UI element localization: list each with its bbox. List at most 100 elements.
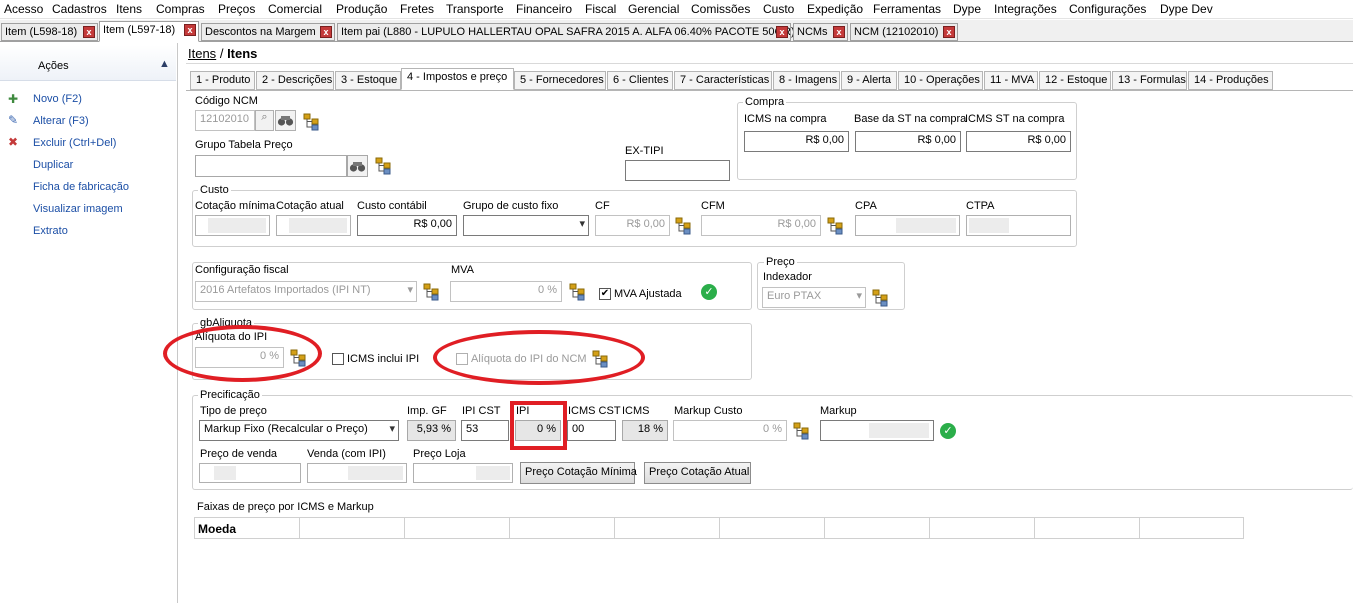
grid-header-cell[interactable] — [405, 518, 510, 538]
base-st-input[interactable]: R$ 0,00 — [855, 131, 961, 152]
search-icon[interactable]: ⌕ — [255, 110, 274, 131]
close-icon[interactable]: x — [184, 24, 196, 36]
grid-header-cell[interactable] — [825, 518, 930, 538]
close-icon[interactable]: x — [83, 26, 95, 38]
grid-header-cell[interactable] — [615, 518, 720, 538]
menu-item-producao[interactable]: Produção — [336, 2, 387, 16]
menu-item-gerencial[interactable]: Gerencial — [628, 2, 679, 16]
menu-item-configuracoes[interactable]: Configurações — [1069, 2, 1146, 16]
grupo-tabela-input[interactable] — [195, 155, 347, 177]
menu-item-financeiro[interactable]: Financeiro — [516, 2, 572, 16]
cf-input[interactable]: R$ 0,00 — [595, 215, 670, 236]
markup-custo-input[interactable]: 0 % — [673, 420, 787, 441]
menu-item-fiscal[interactable]: Fiscal — [585, 2, 616, 16]
menu-item-comercial[interactable]: Comercial — [268, 2, 322, 16]
close-icon[interactable]: x — [943, 26, 955, 38]
action-extrato[interactable]: Extrato — [33, 225, 68, 237]
breadcrumb-link[interactable]: Itens — [188, 46, 216, 61]
mva-input[interactable]: 0 % — [450, 281, 562, 302]
action-alterar[interactable]: Alterar (F3) — [33, 115, 89, 127]
tab-descricoes[interactable]: 2 - Descrições — [256, 71, 334, 90]
tree-lookup-icon[interactable] — [793, 422, 811, 440]
cotacao-minima-input[interactable] — [195, 215, 270, 236]
preco-venda-input[interactable] — [199, 463, 301, 483]
tab-imagens[interactable]: 8 - Imagens — [773, 71, 840, 90]
tab-fornecedores[interactable]: 5 - Fornecedores — [514, 71, 606, 90]
menu-item-itens[interactable]: Itens — [116, 2, 142, 16]
close-icon[interactable]: x — [320, 26, 332, 38]
custo-contabil-input[interactable]: R$ 0,00 — [357, 215, 457, 236]
icms-cst-input[interactable]: 00 — [567, 420, 616, 441]
action-excluir[interactable]: Excluir (Ctrl+Del) — [33, 137, 116, 149]
icms-compra-input[interactable]: R$ 0,00 — [744, 131, 849, 152]
preco-cotacao-atual-button[interactable]: Preço Cotação Atual — [644, 462, 751, 484]
tab-produto[interactable]: 1 - Produto — [190, 71, 255, 90]
config-fiscal-select[interactable]: 2016 Artefatos Importados (IPI NT) — [195, 281, 417, 302]
menu-item-fretes[interactable]: Fretes — [400, 2, 434, 16]
grupo-custo-fixo-select[interactable] — [463, 215, 589, 236]
menu-item-integracoes[interactable]: Integrações — [994, 2, 1057, 16]
tree-lookup-icon[interactable] — [375, 157, 393, 175]
menu-item-transporte[interactable]: Transporte — [446, 2, 504, 16]
menu-item-expedicao[interactable]: Expedição — [807, 2, 863, 16]
cotacao-atual-input[interactable] — [276, 215, 351, 236]
indexador-select[interactable]: Euro PTAX — [762, 287, 866, 308]
tab-clientes[interactable]: 6 - Clientes — [607, 71, 673, 90]
tree-lookup-icon[interactable] — [303, 113, 321, 131]
grid-header-cell[interactable] — [930, 518, 1035, 538]
ctpa-input[interactable] — [966, 215, 1071, 236]
tipo-preco-select[interactable]: Markup Fixo (Recalcular o Preço) — [199, 420, 399, 441]
doc-tab-item-pai[interactable]: Item pai (L880 - LUPULO HALLERTAU OPAL S… — [337, 23, 795, 41]
tab-operacoes[interactable]: 10 - Operações — [898, 71, 983, 90]
collapse-icon[interactable]: ▲ — [159, 58, 170, 70]
action-visualizar-imagem[interactable]: Visualizar imagem — [33, 203, 123, 215]
tree-lookup-icon[interactable] — [675, 217, 693, 235]
preco-cotacao-minima-button[interactable]: Preço Cotação Mínima — [520, 462, 637, 484]
doc-tab-ncms[interactable]: NCMs x — [793, 23, 848, 41]
tab-alerta[interactable]: 9 - Alerta — [841, 71, 897, 90]
tree-lookup-icon[interactable] — [569, 283, 587, 301]
markup-input[interactable] — [820, 420, 934, 441]
preco-loja-input[interactable] — [413, 463, 513, 483]
doc-tab-item-l597[interactable]: Item (L597-18) x — [99, 21, 199, 42]
ncm-input[interactable]: 12102010 — [195, 110, 255, 131]
icms-inclui-ipi-checkbox[interactable] — [332, 353, 344, 365]
tab-mva[interactable]: 11 - MVA — [984, 71, 1038, 90]
grid-header-moeda[interactable]: Moeda — [195, 518, 300, 538]
tab-formulas[interactable]: 13 - Formulas — [1112, 71, 1187, 90]
menu-item-comissoes[interactable]: Comissões — [691, 2, 750, 16]
menu-item-acesso[interactable]: Acesso — [4, 2, 43, 16]
menu-item-precos[interactable]: Preços — [218, 2, 255, 16]
mva-ajustada-checkbox[interactable]: ✔ — [599, 288, 611, 300]
tab-producoes[interactable]: 14 - Produções — [1188, 71, 1273, 90]
menu-item-ferramentas[interactable]: Ferramentas — [873, 2, 941, 16]
tab-estoque-12[interactable]: 12 - Estoque — [1039, 71, 1111, 90]
grid-header-cell[interactable] — [300, 518, 405, 538]
cfm-input[interactable]: R$ 0,00 — [701, 215, 821, 236]
cpa-input[interactable] — [855, 215, 960, 236]
binoculars-icon[interactable] — [347, 155, 368, 177]
action-duplicar[interactable]: Duplicar — [33, 159, 73, 171]
ex-tipi-input[interactable] — [625, 160, 730, 181]
ipi-cst-input[interactable]: 53 — [461, 420, 509, 441]
menu-item-dype[interactable]: Dype — [953, 2, 981, 16]
tab-estoque[interactable]: 3 - Estoque — [335, 71, 401, 90]
close-icon[interactable]: x — [776, 26, 788, 38]
menu-item-compras[interactable]: Compras — [156, 2, 205, 16]
grid-header-cell[interactable] — [510, 518, 615, 538]
tab-caracteristicas[interactable]: 7 - Características — [674, 71, 772, 90]
doc-tab-descontos[interactable]: Descontos na Margem x — [201, 23, 335, 41]
menu-item-custo[interactable]: Custo — [763, 2, 794, 16]
tree-lookup-icon[interactable] — [423, 283, 441, 301]
venda-ipi-input[interactable] — [307, 463, 407, 483]
doc-tab-ncm-12102010[interactable]: NCM (12102010) x — [850, 23, 958, 41]
binoculars-icon[interactable] — [275, 110, 296, 131]
action-novo[interactable]: Novo (F2) — [33, 93, 82, 105]
menu-item-dype-dev[interactable]: Dype Dev — [1160, 2, 1213, 16]
tree-lookup-icon[interactable] — [827, 217, 845, 235]
grid-header-cell[interactable] — [1035, 518, 1140, 538]
tree-lookup-icon[interactable] — [872, 289, 890, 307]
grid-header-cell[interactable] — [1140, 518, 1244, 538]
icms-input[interactable]: 18 % — [622, 420, 668, 441]
doc-tab-item-l598[interactable]: Item (L598-18) x — [1, 23, 98, 41]
